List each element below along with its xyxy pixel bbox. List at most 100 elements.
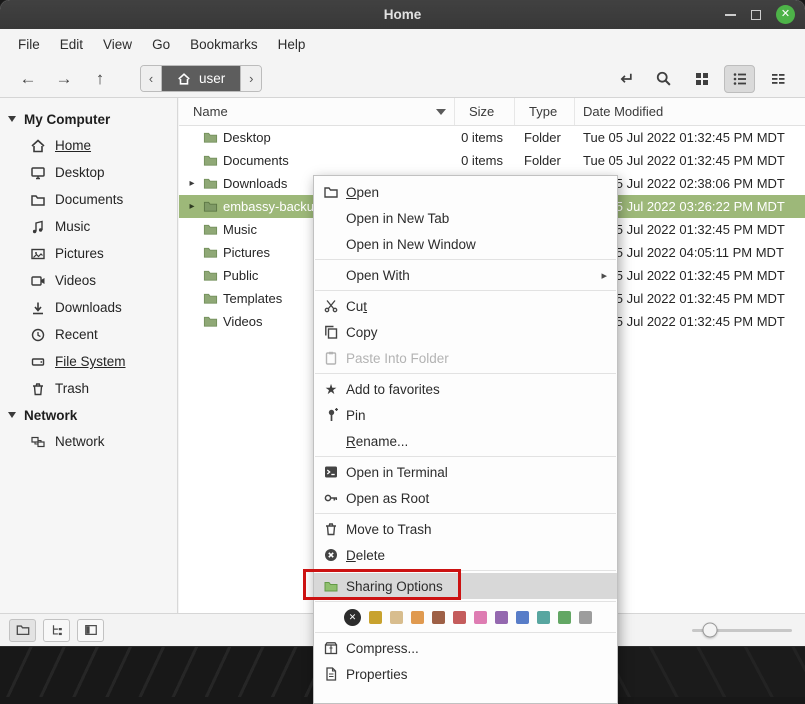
menu-item-label: Copy (346, 325, 378, 340)
sort-descending-icon (436, 109, 446, 115)
column-header-size[interactable]: Size (455, 98, 515, 125)
menu-item-properties[interactable]: Properties (314, 661, 617, 687)
menu-item-open-in-terminal[interactable]: Open in Terminal (314, 459, 617, 485)
submenu-arrow-icon: ▸ (601, 269, 607, 282)
forward-button[interactable]: → (48, 65, 80, 93)
color-swatch[interactable] (537, 611, 550, 624)
table-row[interactable]: Documents 0 items Folder Tue 05 Jul 2022… (179, 149, 805, 172)
terminal-icon (322, 464, 340, 480)
sidebar-item-downloads[interactable]: Downloads (0, 294, 177, 321)
list-view-button[interactable] (724, 65, 755, 93)
menu-item-rename[interactable]: Rename... (314, 428, 617, 454)
menu-item-delete[interactable]: Delete (314, 542, 617, 568)
zoom-slider-knob[interactable] (703, 623, 718, 638)
menu-item-label: Cut (346, 299, 367, 314)
toggle-location-entry-button[interactable] (610, 65, 641, 93)
show-places-button[interactable] (9, 619, 36, 642)
sidebar-item-music[interactable]: Music (0, 213, 177, 240)
toggle-sidebar-button[interactable] (77, 619, 104, 642)
titlebar[interactable]: Home ✕ (0, 0, 805, 29)
maximize-button[interactable] (751, 10, 761, 20)
color-swatch[interactable] (369, 611, 382, 624)
menu-view[interactable]: View (93, 32, 142, 57)
clear-color-button[interactable]: ✕ (344, 609, 361, 626)
menu-item-open-in-new-window[interactable]: Open in New Window (314, 231, 617, 257)
breadcrumb-current-button[interactable]: user (162, 66, 240, 91)
sidebar-section-network[interactable]: Network (0, 402, 177, 428)
menu-item-move-to-trash[interactable]: Move to Trash (314, 516, 617, 542)
sidebar-item-network[interactable]: Network (0, 428, 177, 455)
toolbar: ← → ↑ ‹ user › (0, 60, 805, 98)
sidebar-item-label: Trash (55, 381, 89, 396)
menu-separator (315, 632, 616, 633)
menu-go[interactable]: Go (142, 32, 180, 57)
music-note-icon (30, 219, 46, 235)
sidebar-item-file-system[interactable]: File System (0, 348, 177, 375)
column-header-name[interactable]: Name (179, 98, 455, 125)
color-swatch[interactable] (432, 611, 445, 624)
menu-item-open-in-new-tab[interactable]: Open in New Tab (314, 205, 617, 231)
menu-file[interactable]: File (8, 32, 50, 57)
sidebar-item-desktop[interactable]: Desktop (0, 159, 177, 186)
zoom-slider[interactable] (692, 620, 792, 640)
back-button[interactable]: ← (12, 65, 44, 93)
menu-item-open-as-root[interactable]: Open as Root (314, 485, 617, 511)
home-icon (30, 138, 46, 154)
file-name: Music (223, 222, 257, 237)
menu-item-label: Move to Trash (346, 522, 432, 537)
breadcrumb-prev-button[interactable]: ‹ (141, 66, 162, 91)
expander-icon[interactable]: ▸ (186, 178, 198, 189)
close-button[interactable]: ✕ (776, 5, 795, 24)
color-swatch[interactable] (411, 611, 424, 624)
menu-item-pin[interactable]: Pin (314, 402, 617, 428)
menu-item-copy[interactable]: Copy (314, 319, 617, 345)
file-name: Public (223, 268, 258, 283)
color-swatch[interactable] (474, 611, 487, 624)
color-swatch[interactable] (453, 611, 466, 624)
sidebar-item-home[interactable]: Home (0, 132, 177, 159)
sidebar-item-recent[interactable]: Recent (0, 321, 177, 348)
menu-item-open-with[interactable]: Open With ▸ (314, 262, 617, 288)
icon-view-button[interactable] (686, 65, 717, 93)
column-header-type[interactable]: Type (515, 98, 575, 125)
download-arrow-icon (30, 300, 46, 316)
table-row[interactable]: Desktop 0 items Folder Tue 05 Jul 2022 0… (179, 126, 805, 149)
compact-view-button[interactable] (762, 65, 793, 93)
toolbar-right-buttons (610, 65, 793, 93)
menubar: File Edit View Go Bookmarks Help (0, 29, 805, 60)
sidebar-toggle-icon (84, 623, 98, 637)
menu-separator (315, 513, 616, 514)
minimize-button[interactable] (725, 14, 736, 16)
show-treeview-button[interactable] (43, 619, 70, 642)
color-swatch[interactable] (390, 611, 403, 624)
sidebar-item-trash[interactable]: Trash (0, 375, 177, 402)
menu-help[interactable]: Help (268, 32, 316, 57)
menu-item-open[interactable]: Open (314, 179, 617, 205)
color-swatch[interactable] (516, 611, 529, 624)
column-header-date-modified[interactable]: Date Modified (575, 98, 805, 125)
menu-item-label: Open (346, 185, 379, 200)
file-date: Tue 05 Jul 2022 01:32:45 PM MDT (575, 130, 805, 145)
breadcrumb-next-button[interactable]: › (240, 66, 261, 91)
sidebar-item-pictures[interactable]: Pictures (0, 240, 177, 267)
menu-bookmarks[interactable]: Bookmarks (180, 32, 268, 57)
menu-item-compress[interactable]: Compress... (314, 635, 617, 661)
search-button[interactable] (648, 65, 679, 93)
menu-item-cut[interactable]: Cut (314, 293, 617, 319)
menu-edit[interactable]: Edit (50, 32, 93, 57)
color-swatch[interactable] (495, 611, 508, 624)
color-swatch[interactable] (558, 611, 571, 624)
sidebar-item-label: Home (55, 138, 91, 153)
file-name: Videos (223, 314, 263, 329)
expander-icon[interactable]: ▸ (186, 201, 198, 212)
sidebar-section-my-computer[interactable]: My Computer (0, 106, 177, 132)
trash-icon (30, 381, 46, 397)
color-swatch[interactable] (579, 611, 592, 624)
menu-item-add-to-favorites[interactable]: ★ Add to favorites (314, 376, 617, 402)
menu-item-paste-into-folder[interactable]: Paste Into Folder (314, 345, 617, 371)
up-button[interactable]: ↑ (84, 65, 116, 93)
folder-icon (203, 291, 218, 306)
sidebar-item-videos[interactable]: Videos (0, 267, 177, 294)
sidebar-item-documents[interactable]: Documents (0, 186, 177, 213)
menu-separator (315, 456, 616, 457)
